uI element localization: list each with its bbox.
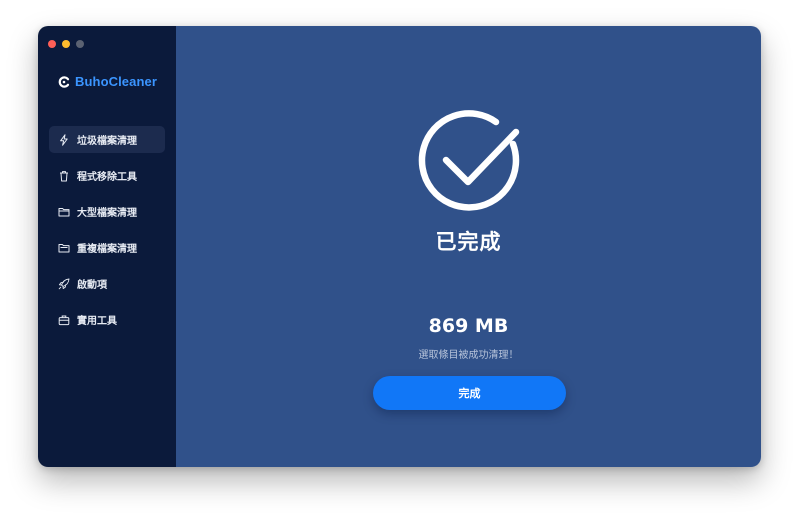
sidebar-item-duplicate-files[interactable]: 重複檔案清理: [49, 234, 165, 261]
done-button[interactable]: 完成: [373, 376, 566, 410]
sidebar-item-label: 程式移除工具: [77, 172, 137, 183]
sidebar-item-label: 重複檔案清理: [77, 244, 137, 255]
app-window: BuhoCleaner 垃圾檔案清理 程式移除工具 大型檔案清理 重複檔案清理 …: [38, 26, 761, 467]
window-controls: [48, 40, 84, 48]
sidebar-item-label: 大型檔案清理: [77, 208, 137, 219]
sidebar-item-large-files[interactable]: 大型檔案清理: [49, 198, 165, 225]
sidebar-item-label: 實用工具: [77, 316, 117, 327]
sidebar-item-toolkit[interactable]: 實用工具: [49, 306, 165, 333]
sidebar-item-startup-items[interactable]: 啟動項: [49, 270, 165, 297]
minimize-window-button[interactable]: [62, 40, 70, 48]
brand-name: BuhoCleaner: [75, 74, 158, 89]
sidebar-item-label: 垃圾檔案清理: [77, 136, 137, 147]
rocket-icon: [58, 278, 70, 289]
sidebar: BuhoCleaner 垃圾檔案清理 程式移除工具 大型檔案清理 重複檔案清理 …: [38, 26, 176, 467]
sidebar-item-app-uninstaller[interactable]: 程式移除工具: [49, 162, 165, 189]
main-panel: 已完成 869 MB 選取條目被成功清理！ 完成: [176, 26, 761, 467]
check-circle-icon: [418, 110, 520, 211]
status-title: 已完成: [435, 230, 502, 254]
sidebar-nav: 垃圾檔案清理 程式移除工具 大型檔案清理 重複檔案清理 啟動項 實用工具: [49, 126, 165, 342]
brand: BuhoCleaner: [58, 74, 157, 89]
sidebar-item-junk-cleanup[interactable]: 垃圾檔案清理: [49, 126, 165, 153]
duplicate-folder-icon: [58, 243, 70, 252]
trash-icon: [60, 170, 68, 181]
lightning-icon: [60, 133, 68, 146]
close-window-button[interactable]: [48, 40, 56, 48]
folder-icon: [58, 207, 70, 216]
cleaned-size-caption: 選取條目被成功清理！: [418, 350, 519, 361]
toolbox-icon: [58, 315, 70, 325]
zoom-window-button[interactable]: [76, 40, 84, 48]
cleaned-size-value: 869 MB: [428, 315, 509, 337]
buhocleaner-logo-icon: [58, 75, 70, 88]
sidebar-item-label: 啟動項: [77, 280, 107, 291]
